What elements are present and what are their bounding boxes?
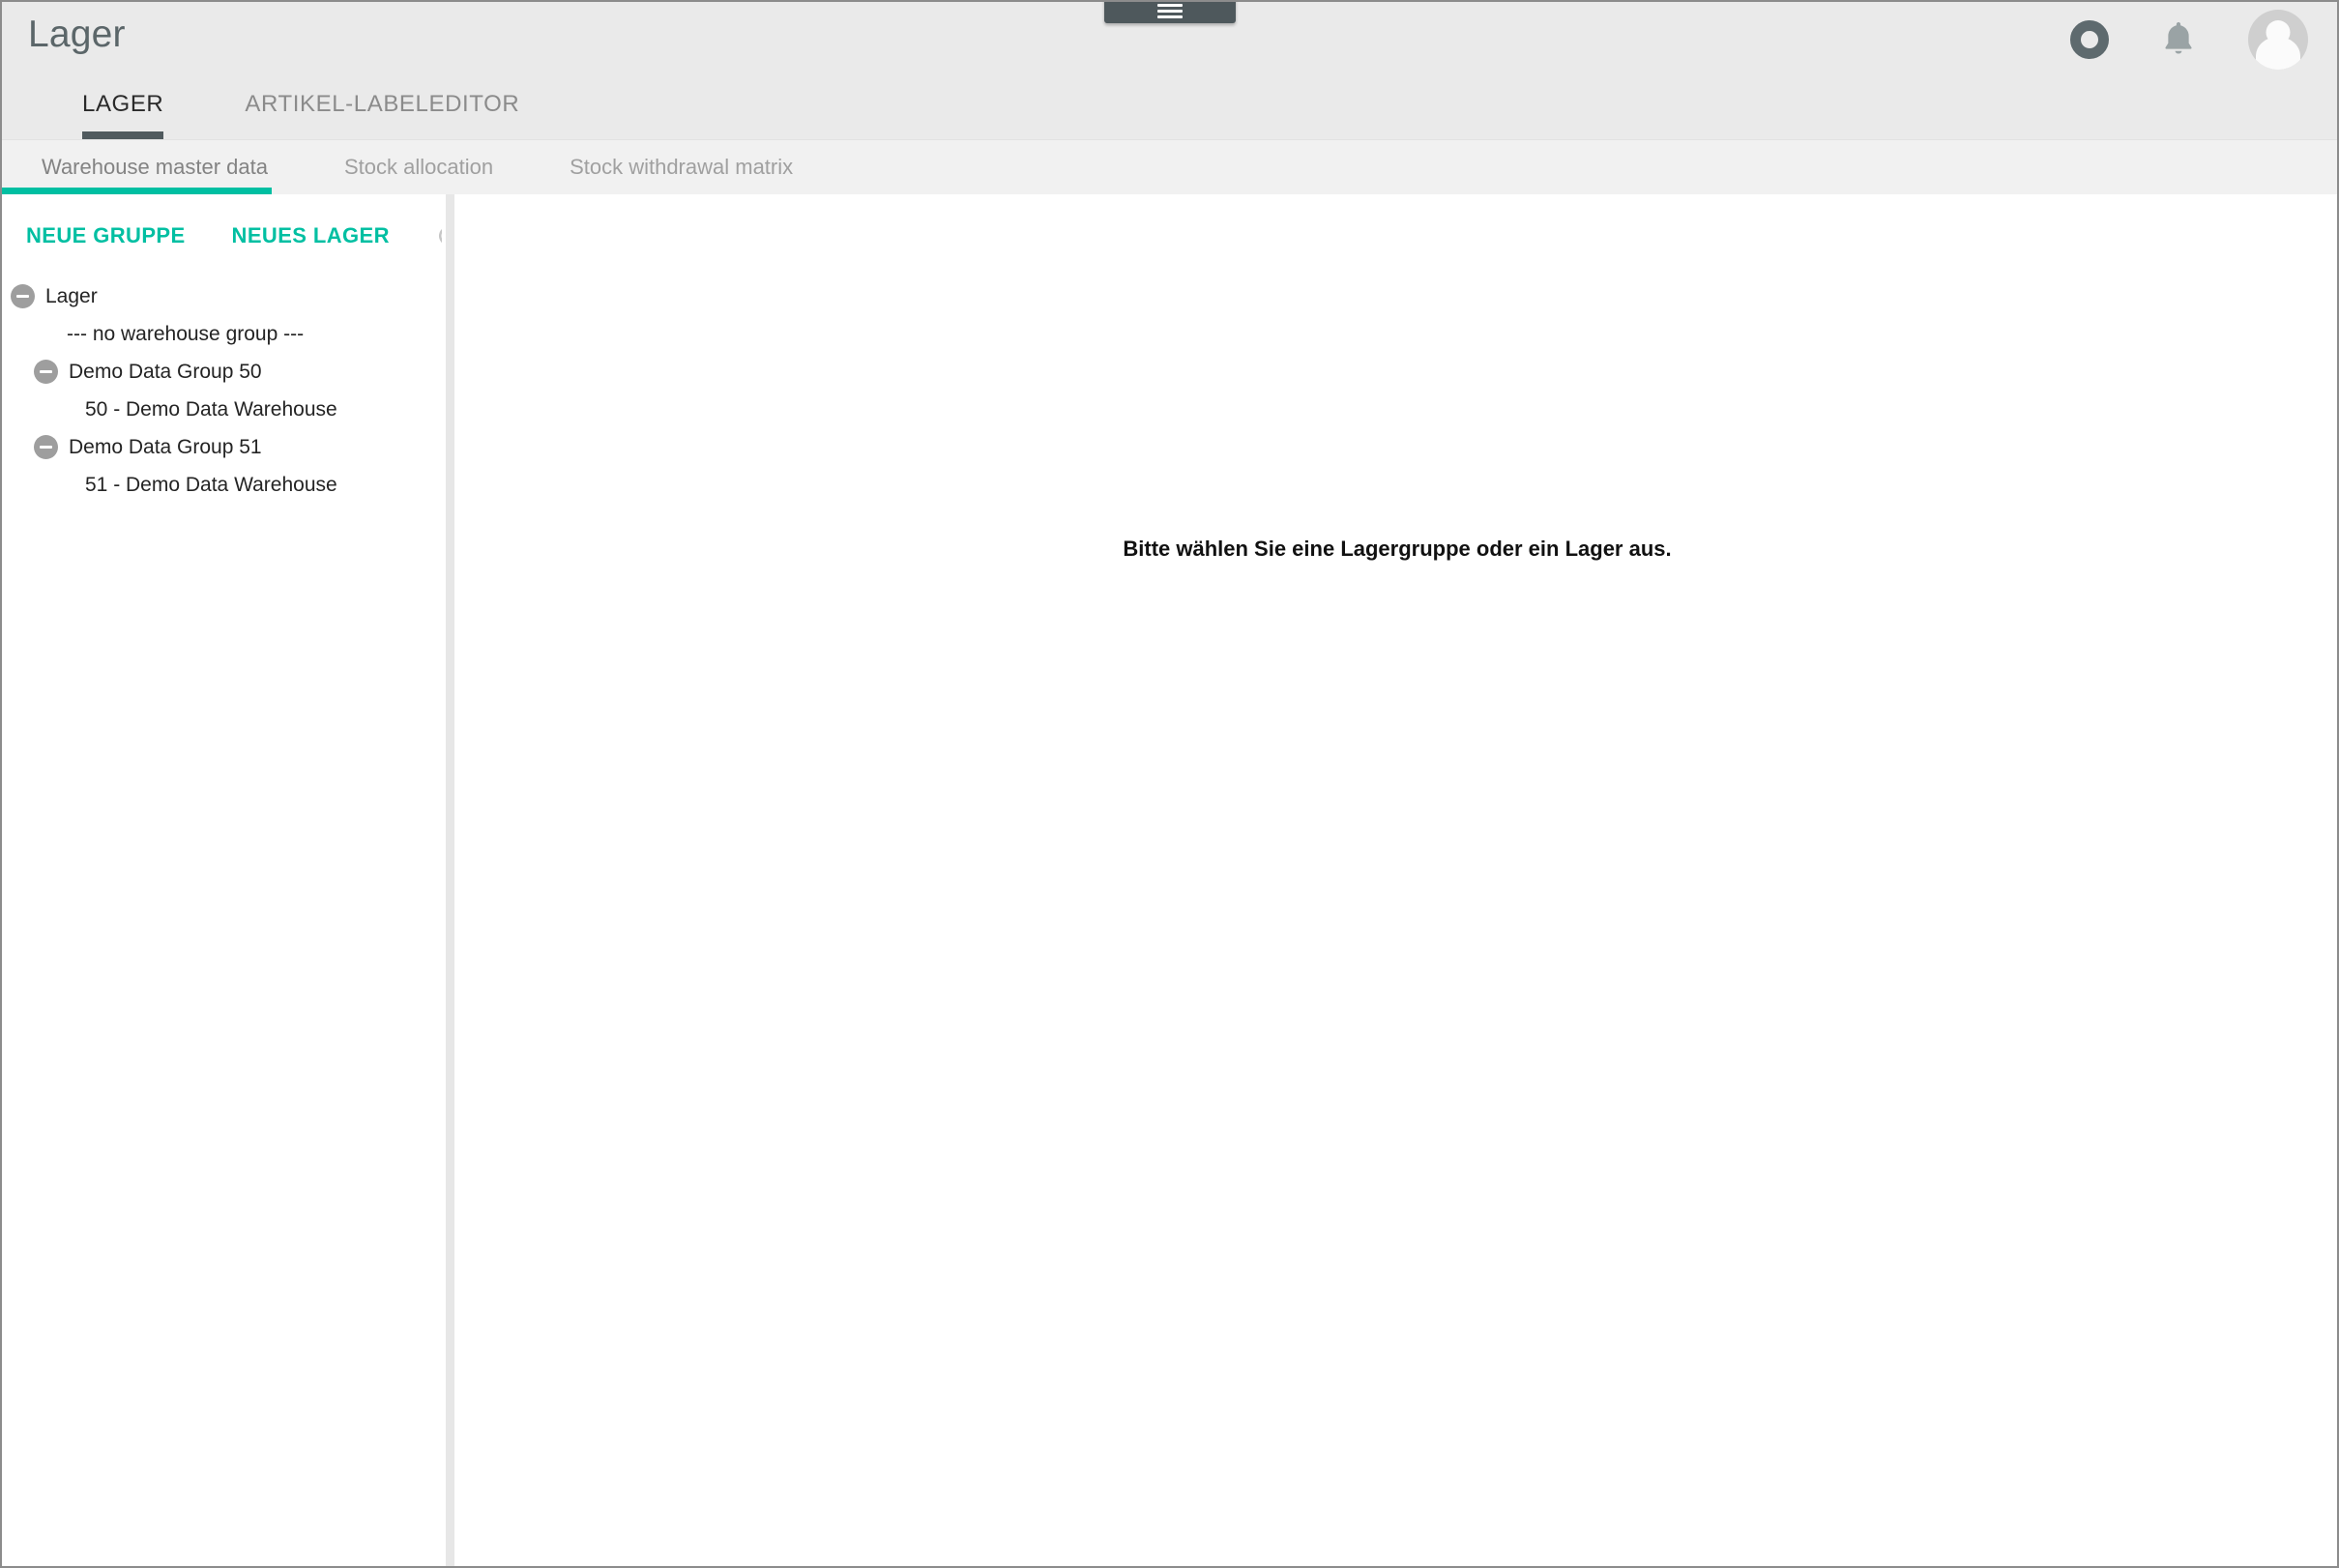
tree-node-label: 50 - Demo Data Warehouse: [85, 397, 337, 421]
hamburger-menu-handle[interactable]: [1103, 2, 1236, 23]
tree-node-no-warehouse-group[interactable]: --- no warehouse group ---: [2, 315, 442, 353]
subtab-stock-withdrawal-matrix[interactable]: Stock withdrawal matrix: [570, 140, 793, 194]
tree-node-warehouse-50[interactable]: 50 - Demo Data Warehouse: [2, 391, 442, 428]
sidebar-splitter[interactable]: [442, 194, 457, 1566]
body-area: NEUE GRUPPE NEUES LAGER Lager --- no war…: [2, 194, 2337, 1566]
new-warehouse-button[interactable]: NEUES LAGER: [232, 223, 390, 248]
tab-lager[interactable]: LAGER: [82, 91, 164, 139]
warehouse-tree: Lager --- no warehouse group --- Demo Da…: [2, 260, 442, 504]
content-panel: Bitte wählen Sie eine Lagergruppe oder e…: [457, 194, 2337, 1566]
collapse-minus-icon[interactable]: [34, 435, 58, 459]
tree-node-label: Demo Data Group 51: [69, 435, 262, 458]
tree-node-demo-data-group-50[interactable]: Demo Data Group 50: [2, 353, 442, 391]
user-avatar-icon[interactable]: [2248, 10, 2308, 70]
tree-node-label: Lager: [45, 284, 98, 307]
tree-node-label: Demo Data Group 50: [69, 360, 262, 383]
tree-node-label: 51 - Demo Data Warehouse: [85, 473, 337, 496]
collapse-minus-icon[interactable]: [11, 284, 35, 308]
app-window: Lager LAGER ARTIKEL-LABELEDITOR Warehous…: [0, 0, 2339, 1568]
new-group-button[interactable]: NEUE GRUPPE: [26, 223, 186, 248]
empty-state-message: Bitte wählen Sie eine Lagergruppe oder e…: [1123, 537, 1672, 561]
app-header: Lager LAGER ARTIKEL-LABELEDITOR: [2, 2, 2337, 140]
tab-artikel-labeleditor[interactable]: ARTIKEL-LABELEDITOR: [245, 91, 519, 139]
header-icon-group: [2070, 10, 2308, 70]
subtab-warehouse-master-data[interactable]: Warehouse master data: [2, 140, 272, 194]
avatar-body: [2256, 37, 2300, 70]
tree-node-lager[interactable]: Lager: [2, 277, 442, 315]
tree-node-demo-data-group-51[interactable]: Demo Data Group 51: [2, 428, 442, 466]
hamburger-menu-icon: [1156, 4, 1183, 18]
subtab-stock-allocation[interactable]: Stock allocation: [344, 140, 493, 194]
tree-node-warehouse-51[interactable]: 51 - Demo Data Warehouse: [2, 466, 442, 504]
tree-node-label: --- no warehouse group ---: [67, 322, 305, 345]
sub-tab-bar: Warehouse master data Stock allocation S…: [2, 140, 2337, 194]
sidebar-action-bar: NEUE GRUPPE NEUES LAGER: [2, 194, 460, 260]
collapse-minus-icon[interactable]: [34, 360, 58, 384]
main-tab-bar: LAGER ARTIKEL-LABELEDITOR: [2, 64, 600, 139]
warehouse-tree-sidebar: NEUE GRUPPE NEUES LAGER Lager --- no war…: [2, 194, 460, 1566]
status-ring-icon[interactable]: [2070, 20, 2109, 59]
page-title: Lager: [28, 14, 126, 55]
notifications-bell-icon[interactable]: [2157, 17, 2200, 62]
